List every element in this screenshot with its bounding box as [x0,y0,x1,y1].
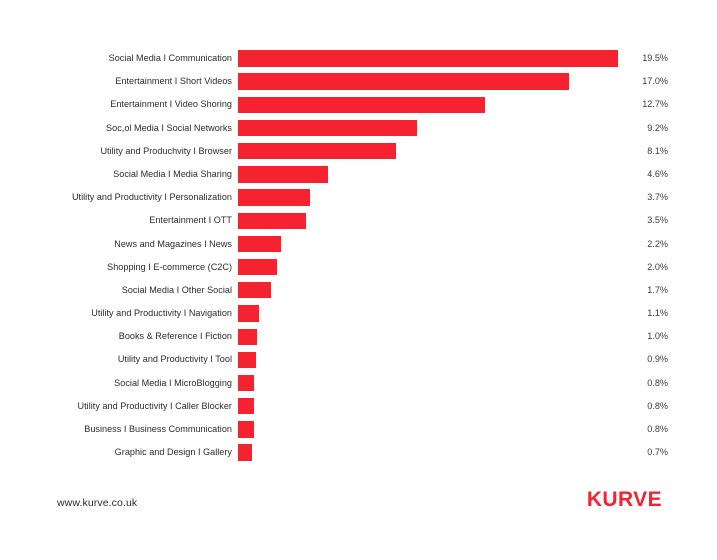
kurve-brand-logo: KURVE [586,488,662,511]
bar-track [238,418,638,441]
chart-row: Utility and Productivity I Tool 0.9% [0,348,717,371]
bar-fill [238,73,570,90]
bar-category-label: Graphic and Design I Gallery [114,447,232,458]
bar-fill [238,282,272,299]
bar-fill [238,166,328,183]
chart-row: Shopping I E-commerce (C2C) 2.0% [0,256,717,279]
bar-fill [238,143,396,160]
bar-fill [238,305,260,322]
bar-track [238,186,638,209]
bar-fill [238,258,277,276]
bar-category-label: Social Media I Communication [108,53,232,63]
bar-track [238,372,638,395]
bar-value-label: 0.8% [647,400,668,411]
chart-row: Entertainment I OTT 3.5% [0,209,717,232]
bar-value-label: 3.7% [647,192,668,203]
bar-fill [238,351,256,369]
bar-track [238,233,638,256]
bar-track [238,256,638,279]
bar-fill [238,328,258,345]
chart-row: Soc,ol Media I Social Networks 9.2% [0,117,717,140]
chart-row: Graphic and Design I Gallery 0.7% [0,441,717,464]
chart-row: Entertainment I Video Shoring 12.7% [0,93,717,116]
chart-row: Social Media I MicroBlogging 0.8% [0,372,717,395]
chart-row: Entertainment I Short Videos 17.0% [0,70,717,93]
bar-category-label: Social Media I Other Social [121,284,232,295]
bar-category-label: Social Media I MicroBlogging [114,377,232,388]
bar-track [238,163,638,186]
bar-value-label: 2.0% [647,261,668,272]
chart-row: Business I Business Communication 0.8% [0,418,717,441]
bar-value-label: 0.9% [647,354,668,365]
bar-category-label: Shopping I E-commerce (C2C) [107,261,232,272]
chart-row: Utility and Productivity I Navigation 1.1… [0,302,717,325]
bar-value-label: 1.7% [647,284,668,295]
bar-fill [238,96,486,113]
bar-fill [238,235,281,253]
bar-track [238,140,638,163]
chart-row: Social Media I Communication 19.5% [0,47,717,70]
bar-value-label: 9.2% [647,122,668,133]
bar-category-label: Soc,ol Media I Social Networks [106,122,232,133]
bar-value-label: 0.7% [647,447,668,458]
bar-category-label: Books & Reference I Fiction [118,331,232,342]
bar-track [238,325,638,348]
bar-value-label: 4.6% [647,168,668,179]
bar-fill [238,50,618,67]
bar-track [238,441,638,464]
chart-row: Utility and Productivity I Caller Blocke… [0,395,717,418]
chart-row: News and Magazines I News 2.2% [0,233,717,256]
bar-fill [238,444,252,461]
bar-category-label: Utility and Produchvity I Browser [100,145,232,156]
bar-category-label: Entertainment I Short Videos [115,76,232,87]
bar-chart-figure: Social Media I Communication 19.5% Enterta… [0,0,717,560]
bar-value-label: 8.1% [647,145,668,156]
chart-row: Books & Reference I Fiction 1.0% [0,325,717,348]
bar-track [238,93,638,116]
site-url-text: www.kurve.co.uk [57,497,138,509]
bar-category-label: Utility and Productivity I Caller Blocke… [77,400,232,411]
bar-fill [238,189,311,206]
bar-category-label: Utility and Productivity I Navigation [91,308,232,319]
bar-track [238,117,638,140]
bar-value-label: 1.1% [647,308,668,319]
bar-value-label: 0.8% [647,424,668,434]
bar-category-label: Utility and Productivity I Personalizati… [71,192,232,203]
chart-footer: www.kurve.co.uk KURVE [0,480,717,560]
bar-track [238,209,638,232]
bar-track [238,70,638,93]
bar-category-label: Utility and Productivity I Tool [117,354,232,365]
bar-value-label: 17.0% [642,76,668,87]
bar-track [238,302,638,325]
bar-fill [238,374,254,392]
bar-category-label: Social Media I Media Sharing [113,168,232,179]
chart-row: Utility and Produchvity I Browser 8.1% [0,140,717,163]
bar-track [238,47,638,70]
bar-fill [238,119,418,137]
bar-value-label: 3.5% [647,215,668,226]
bar-category-label: Entertainment I OTT [149,215,232,226]
bar-category-label: News and Magazines I News [114,238,232,249]
bar-value-label: 1.0% [647,331,668,342]
bar-value-label: 19.5% [642,53,668,63]
chart-row: Social Media I Media Sharing 4.6% [0,163,717,186]
chart-plot-area: Social Media I Communication 19.5% Enterta… [0,47,717,477]
chart-row: Social Media I Other Social 1.7% [0,279,717,302]
bar-fill [238,398,254,415]
bar-track [238,279,638,302]
bar-track [238,395,638,418]
bar-value-label: 12.7% [642,99,668,110]
bar-category-label: Business I Business Communication [84,424,232,434]
bar-fill [238,212,307,229]
bar-value-label: 0.8% [647,377,668,388]
bar-value-label: 2.2% [647,238,668,249]
bar-fill [238,421,254,438]
chart-row: Utility and Productivity I Personalizati… [0,186,717,209]
bar-category-label: Entertainment I Video Shoring [110,99,232,110]
bar-track [238,348,638,371]
